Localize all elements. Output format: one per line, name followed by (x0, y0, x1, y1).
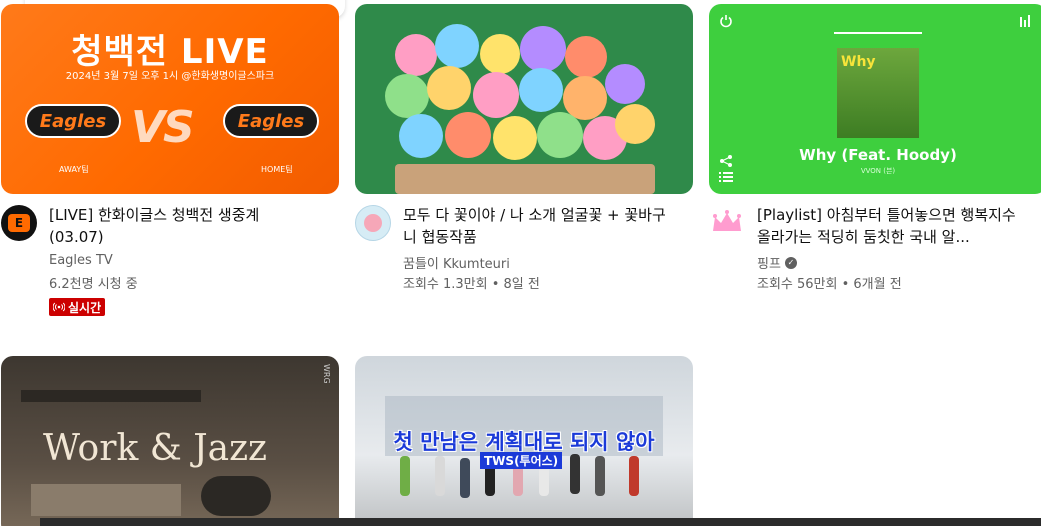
channel-name[interactable]: Eagles TV (49, 253, 113, 268)
channel-name-text[interactable]: 꿈틀이 Kkumteuri (403, 253, 510, 272)
video-title[interactable]: [LIVE] 한화이글스 청백전 생중계 (03.07) (49, 204, 309, 248)
video-meta: 6.2천명 시청 중 (49, 277, 138, 292)
corner-label: WRG (322, 364, 331, 384)
live-badge: 실시간 (49, 298, 106, 316)
video-title[interactable]: 모두 다 꽃이야 / 나 소개 얼굴꽃 + 꽃바구니 협동작품 (403, 204, 669, 248)
channel-avatar[interactable] (709, 205, 745, 241)
thumb-subtitle: 2024년 3월 7일 오후 1시 @한화생명이글스파크 (65, 71, 275, 82)
basket-graphic (395, 164, 655, 194)
video-thumbnail[interactable]: Work & Jazz WRG (1, 356, 339, 526)
power-icon (719, 14, 733, 28)
video-title[interactable]: [Playlist] 아침부터 틀어놓으면 행복지수 올라가는 적딩히 둠칫한 … (757, 204, 1031, 248)
broadcast-icon (53, 302, 65, 312)
song-title: Why (Feat. Hoody) (799, 146, 957, 164)
video-thumbnail[interactable]: 청백전 LIVE 2024년 3월 7일 오후 1시 @한화생명이글스파크 Ea… (1, 4, 339, 194)
video-meta: 조회수 1.3만회 • 8일 전 (403, 277, 540, 292)
video-thumbnail[interactable]: 첫 만남은 계획대로 되지 않아 TWS(투어스) (355, 356, 693, 526)
channel-avatar[interactable] (355, 205, 391, 241)
taskbar-edge (40, 518, 1041, 526)
channel-name[interactable]: 핑프 ✓ (757, 253, 797, 272)
keyboard-graphic (31, 484, 181, 516)
thumb-heading: 청백전 LIVE (71, 32, 269, 72)
vs-text: VS (131, 102, 195, 153)
share-icon (719, 154, 733, 168)
video-thumbnail[interactable]: Why Why (Feat. Hoody) VVON (븐) (709, 4, 1041, 194)
desk-shelf (21, 390, 201, 402)
eagles-logo: Eagles (25, 104, 121, 138)
channel-name[interactable]: 꿈틀이 Kkumteuri (403, 253, 510, 272)
artist-name: VVON (븐) (860, 167, 896, 175)
eagles-logo: Eagles (223, 104, 319, 138)
mouse-graphic (201, 476, 271, 516)
progress-bar (834, 32, 922, 34)
equalizer-icon (1019, 14, 1033, 28)
album-title: Why (841, 54, 876, 70)
thumb-text: Work & Jazz (43, 428, 268, 469)
list-icon (719, 171, 733, 183)
away-label: AWAY팀 (59, 165, 89, 174)
channel-name-text[interactable]: Eagles TV (49, 253, 113, 268)
video-meta: 조회수 56만회 • 6개월 전 (757, 277, 902, 292)
video-thumbnail[interactable] (355, 4, 693, 194)
check-circle-icon: ✓ (784, 256, 797, 269)
home-label: HOME팀 (261, 165, 293, 174)
live-badge-label: 실시간 (68, 300, 102, 315)
channel-name-text[interactable]: 핑프 (757, 253, 781, 272)
thumb-artist: TWS(투어스) (480, 452, 563, 469)
channel-avatar[interactable]: E (1, 205, 37, 241)
